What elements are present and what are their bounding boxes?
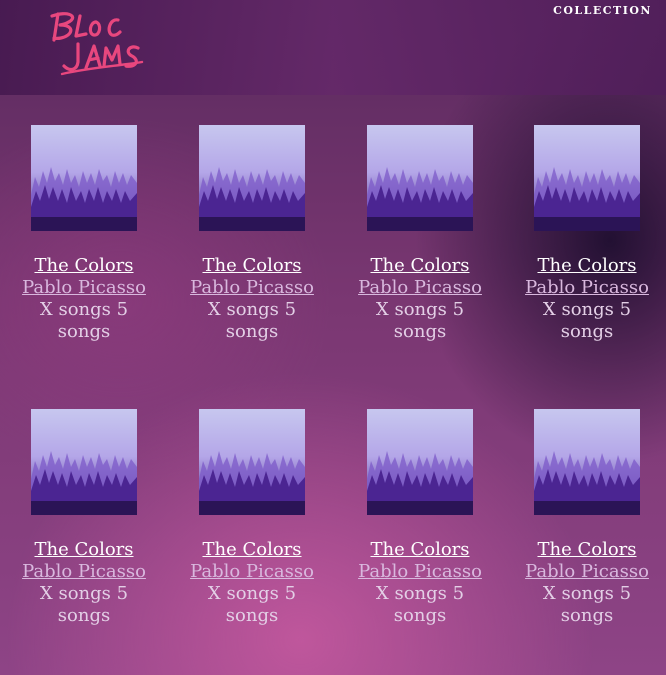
album-card[interactable]: The Colors Pablo Picasso X songs 5 songs — [336, 409, 504, 627]
album-artist-link[interactable]: Pablo Picasso — [503, 277, 666, 299]
album-title-link[interactable]: The Colors — [168, 539, 336, 561]
album-title-link[interactable]: The Colors — [503, 539, 666, 561]
album-artist-link[interactable]: Pablo Picasso — [168, 561, 336, 583]
album-title-link[interactable]: The Colors — [0, 255, 168, 277]
album-cover-image[interactable] — [31, 125, 137, 231]
album-cover-image[interactable] — [31, 409, 137, 515]
album-cover-image[interactable] — [367, 409, 473, 515]
bloc-jams-logo[interactable] — [42, 8, 147, 80]
album-cover-image[interactable] — [534, 409, 640, 515]
album-song-count: X songs 5 songs — [375, 583, 465, 626]
album-artist-link[interactable]: Pablo Picasso — [336, 277, 504, 299]
album-cover-image[interactable] — [367, 125, 473, 231]
album-cover-image[interactable] — [199, 125, 305, 231]
album-song-count: X songs 5 songs — [207, 583, 297, 626]
album-artist-link[interactable]: Pablo Picasso — [0, 561, 168, 583]
album-artist-link[interactable]: Pablo Picasso — [168, 277, 336, 299]
album-card[interactable]: The Colors Pablo Picasso X songs 5 songs — [503, 409, 666, 627]
album-title-link[interactable]: The Colors — [336, 255, 504, 277]
album-card[interactable]: The Colors Pablo Picasso X songs 5 songs — [336, 125, 504, 343]
album-card[interactable]: The Colors Pablo Picasso X songs 5 songs — [0, 409, 168, 627]
album-cover-image[interactable] — [534, 125, 640, 231]
album-song-count: X songs 5 songs — [542, 583, 632, 626]
site-header: COLLECTION — [0, 0, 666, 95]
album-card[interactable]: The Colors Pablo Picasso X songs 5 songs — [503, 125, 666, 343]
album-card[interactable]: The Colors Pablo Picasso X songs 5 songs — [0, 125, 168, 343]
album-song-count: X songs 5 songs — [39, 583, 129, 626]
album-song-count: X songs 5 songs — [39, 299, 129, 342]
album-title-link[interactable]: The Colors — [503, 255, 666, 277]
album-artist-link[interactable]: Pablo Picasso — [0, 277, 168, 299]
album-cover-image[interactable] — [199, 409, 305, 515]
album-card[interactable]: The Colors Pablo Picasso X songs 5 songs — [168, 125, 336, 343]
album-song-count: X songs 5 songs — [207, 299, 297, 342]
album-artist-link[interactable]: Pablo Picasso — [503, 561, 666, 583]
album-row: The Colors Pablo Picasso X songs 5 songs… — [0, 125, 666, 365]
album-title-link[interactable]: The Colors — [0, 539, 168, 561]
album-title-link[interactable]: The Colors — [168, 255, 336, 277]
album-artist-link[interactable]: Pablo Picasso — [336, 561, 504, 583]
nav-collection-link[interactable]: COLLECTION — [553, 4, 652, 17]
album-title-link[interactable]: The Colors — [336, 539, 504, 561]
album-song-count: X songs 5 songs — [542, 299, 632, 342]
album-card[interactable]: The Colors Pablo Picasso X songs 5 songs — [168, 409, 336, 627]
album-song-count: X songs 5 songs — [375, 299, 465, 342]
album-row: The Colors Pablo Picasso X songs 5 songs… — [0, 409, 666, 649]
